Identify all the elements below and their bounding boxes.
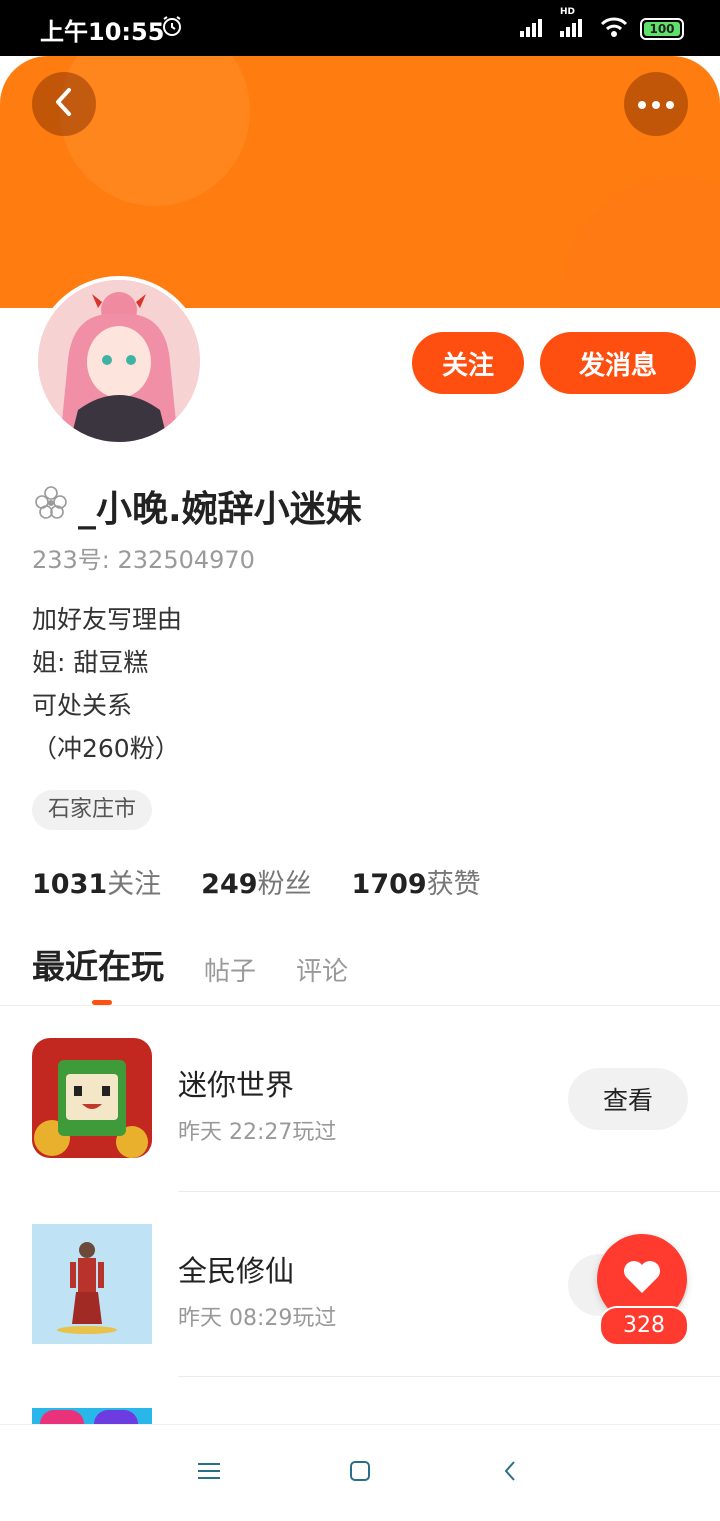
avatar[interactable]: [34, 276, 204, 446]
profile-bio: 加好友写理由 姐: 甜豆糕 可处关系 （冲260粉）: [32, 598, 182, 770]
signal-icon: [520, 17, 548, 41]
message-button[interactable]: 发消息: [540, 332, 696, 394]
stat-likes[interactable]: 1709获赞: [352, 862, 481, 901]
battery-icon: 100: [640, 18, 684, 40]
tab-posts[interactable]: 帖子: [204, 951, 256, 988]
follow-button[interactable]: 关注: [412, 332, 524, 394]
menu-icon: [198, 1461, 222, 1485]
user-id: 233号: 232504970: [32, 546, 255, 574]
home-square-icon: [349, 1460, 371, 1486]
status-bar: 上午10:55 HD 100: [0, 0, 720, 56]
divider: [178, 1376, 720, 1377]
bio-line: （冲260粉）: [32, 734, 180, 763]
more-dots-icon: [636, 95, 676, 114]
profile-tabs: 最近在玩 帖子 评论: [32, 940, 348, 988]
heart-icon: [622, 1259, 662, 1299]
network-label: HD: [560, 7, 576, 17]
location-tag: 石家庄市: [32, 790, 153, 830]
profile-stats: 1031关注 249粉丝 1709获赞: [32, 862, 481, 901]
game-title: 迷你世界: [178, 1068, 295, 1102]
stat-label: 关注: [107, 869, 162, 900]
stat-fans[interactable]: 249粉丝: [201, 862, 311, 901]
profile-name: _小晚.婉辞小迷妹: [78, 489, 362, 530]
avatar-image: [38, 280, 200, 442]
signal-hd-icon: HD: [560, 7, 588, 41]
bio-line: 可处关系: [32, 691, 133, 720]
game-title: 全民修仙: [178, 1254, 295, 1288]
view-game-button[interactable]: 查看: [568, 1068, 688, 1130]
stat-following[interactable]: 1031关注: [32, 862, 161, 901]
tab-comments[interactable]: 评论: [296, 951, 348, 988]
chevron-left-icon: [502, 1459, 518, 1487]
game-icon-mini-world: [32, 1038, 152, 1158]
like-count-badge: 328: [599, 1306, 689, 1346]
stat-number: 249: [201, 869, 258, 900]
menu-button[interactable]: [190, 1455, 230, 1491]
profile-header-banner: [0, 56, 720, 308]
tab-recent-play[interactable]: 最近在玩: [32, 940, 164, 988]
back-arrow-icon: [51, 86, 77, 122]
stat-number: 1031: [32, 869, 108, 900]
status-time: 上午10:55: [40, 18, 165, 46]
alarm-icon: [160, 14, 184, 42]
profile-name-row: _小晚.婉辞小迷妹: [32, 480, 362, 532]
more-button[interactable]: [624, 72, 688, 136]
bio-line: 姐: 甜豆糕: [32, 648, 149, 677]
game-last-played: 昨天 08:29玩过: [178, 1306, 337, 1331]
back-button[interactable]: [32, 72, 96, 136]
stat-number: 1709: [351, 869, 427, 900]
stat-label: 获赞: [426, 869, 481, 900]
flower-icon: [32, 483, 70, 530]
home-button[interactable]: [340, 1455, 380, 1491]
bio-line: 加好友写理由: [32, 605, 183, 634]
wifi-icon: [600, 16, 628, 42]
system-back-button[interactable]: [490, 1455, 530, 1491]
game-icon-xiuxian: [32, 1224, 152, 1344]
game-list-item[interactable]: 迷你世界 昨天 22:27玩过 查看: [0, 1006, 720, 1190]
game-icon-partial[interactable]: [32, 1408, 152, 1424]
stat-label: 粉丝: [257, 869, 312, 900]
game-last-played: 昨天 22:27玩过: [178, 1120, 337, 1145]
battery-level: 100: [649, 22, 675, 36]
system-nav-bar: [0, 1424, 720, 1521]
